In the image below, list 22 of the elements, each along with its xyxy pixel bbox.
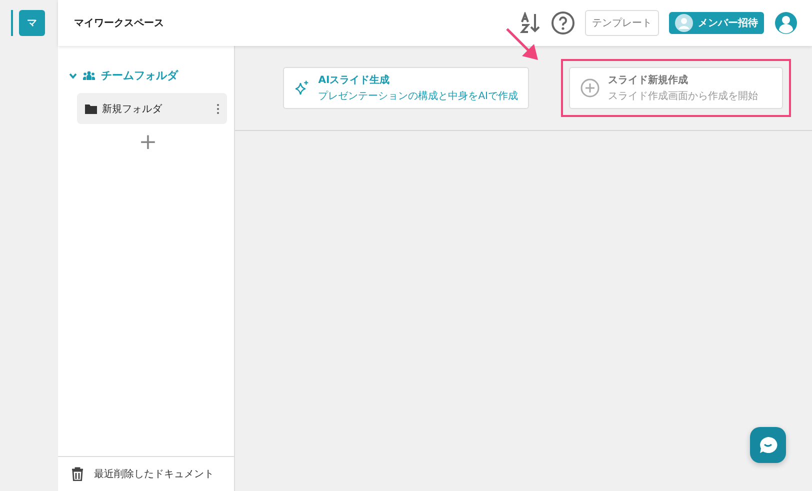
- chat-button[interactable]: [750, 427, 786, 463]
- help-icon[interactable]: [551, 11, 575, 35]
- folder-icon: [85, 104, 97, 114]
- workspace-tile[interactable]: マ: [19, 10, 45, 36]
- people-icon: [675, 14, 693, 32]
- trash-icon: [71, 467, 84, 481]
- chevron-icon: [69, 72, 77, 78]
- ai-slide-card[interactable]: AIスライド生成 プレゼンテーションの構成と中身をAIで作成: [283, 67, 529, 109]
- folder-item[interactable]: 新規フォルダ: [77, 93, 227, 124]
- new-slide-card[interactable]: スライド新規作成 スライド作成画面から作成を開始: [569, 67, 783, 109]
- team-icon: [83, 71, 95, 80]
- recent-deleted-link[interactable]: 最近削除したドキュメント: [58, 456, 234, 491]
- workspace-title: マイワークスペース: [74, 17, 164, 30]
- invite-button[interactable]: メンバー招待: [669, 12, 764, 34]
- folder-group-toggle[interactable]: チームフォルダ: [69, 66, 227, 85]
- plus-circle-icon: [580, 78, 600, 98]
- annotation-arrow: [506, 28, 538, 60]
- template-button[interactable]: テンプレート: [585, 10, 659, 36]
- sort-icon[interactable]: [519, 12, 541, 34]
- avatar-icon[interactable]: [774, 11, 798, 35]
- speech-bubble-icon: [758, 436, 778, 454]
- add-folder-button[interactable]: +: [134, 132, 162, 154]
